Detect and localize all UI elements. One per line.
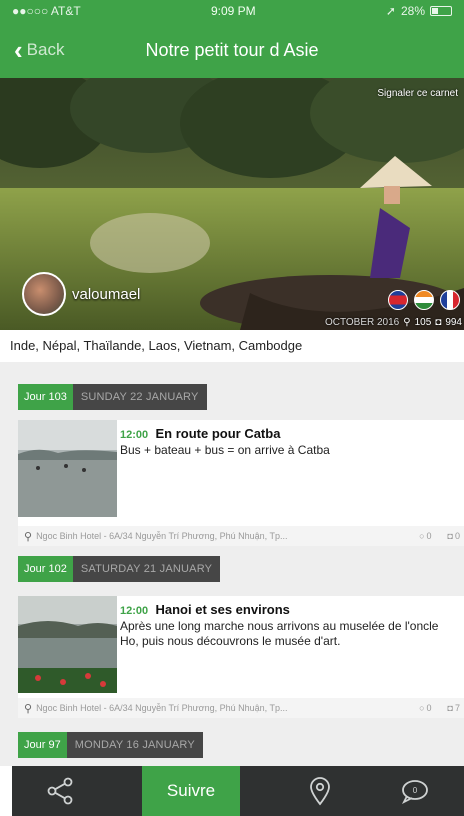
- follow-button[interactable]: Suivre: [142, 766, 240, 816]
- author-name[interactable]: valoumael: [72, 286, 140, 303]
- svg-text:0: 0: [413, 786, 418, 795]
- map-pin-icon: [310, 777, 330, 806]
- location-arrow-icon: ➚: [385, 4, 396, 18]
- author[interactable]: valoumael: [22, 272, 140, 316]
- day-number: Jour 102: [18, 556, 73, 582]
- cover-photo: Signaler ce carnet valoumael OCTOBER 201…: [0, 78, 464, 330]
- camera-icon: ◘: [447, 531, 453, 541]
- header: ●●○○○ AT&T 9:09 PM ➚ 28% ‹ Back Notre pe…: [0, 0, 464, 78]
- carrier-label: ●●○○○ AT&T: [12, 4, 81, 18]
- country-flags: [388, 290, 460, 310]
- photo-count-value: 7: [454, 703, 460, 713]
- comment-count[interactable]: ○ 0: [419, 703, 431, 713]
- journal-entry[interactable]: 12:00 Hanoi et ses environs Après une lo…: [18, 596, 464, 718]
- entry-time: 12:00: [120, 429, 149, 441]
- comments-button[interactable]: 0: [400, 766, 430, 816]
- entry-thumbnail[interactable]: [18, 596, 117, 693]
- map-pin-icon: ⚲: [403, 317, 411, 328]
- entry-time: 12:00: [120, 605, 149, 617]
- photo-count-value: 0: [454, 531, 460, 541]
- entry-location: Ngoc Binh Hotel - 6A/34 Nguyễn Trí Phươn…: [36, 703, 288, 713]
- entry-body: 12:00 Hanoi et ses environs Après une lo…: [120, 602, 460, 649]
- battery-percent: 28%: [400, 4, 425, 18]
- battery-icon: [430, 6, 452, 16]
- battery-indicator: ➚ 28%: [386, 4, 452, 18]
- cambodia-flag-icon: [388, 290, 408, 310]
- journal-feed[interactable]: Jour 103 SUNDAY 22 JANUARY 12:00 En rout…: [0, 362, 464, 766]
- day-header[interactable]: Jour 97 MONDAY 16 JANUARY: [18, 732, 203, 758]
- comment-icon: ○: [419, 531, 425, 541]
- entry-thumbnail[interactable]: [18, 420, 117, 517]
- status-bar: ●●○○○ AT&T 9:09 PM ➚ 28%: [0, 0, 464, 22]
- back-button[interactable]: ‹ Back: [0, 37, 64, 63]
- day-header[interactable]: Jour 103 SUNDAY 22 JANUARY: [18, 384, 207, 410]
- back-label: Back: [26, 40, 65, 59]
- status-time: 9:09 PM: [210, 4, 256, 18]
- bottom-toolbar: Suivre 0: [12, 766, 464, 816]
- location-pin-icon: ⚲: [24, 702, 33, 715]
- entry-footer: ⚲ Ngoc Binh Hotel - 6A/34 Nguyễn Trí Phư…: [18, 698, 464, 718]
- day-date: MONDAY 16 JANUARY: [66, 732, 203, 758]
- comment-icon: 0: [401, 780, 428, 804]
- entry-photo: [18, 420, 117, 517]
- page-title: Notre petit tour d Asie: [145, 39, 319, 60]
- day-date: SATURDAY 21 JANUARY: [72, 556, 221, 582]
- nav-bar: ‹ Back Notre petit tour d Asie: [0, 22, 464, 78]
- comment-count[interactable]: ○ 0: [419, 531, 431, 541]
- entry-body: 12:00 En route pour Catba Bus + bateau +…: [120, 426, 460, 458]
- france-flag-icon: [440, 290, 460, 310]
- map-button[interactable]: [308, 766, 332, 816]
- camera-icon: ◘: [447, 703, 453, 713]
- entry-footer: ⚲ Ngoc Binh Hotel - 6A/34 Nguyễn Trí Phư…: [18, 526, 464, 546]
- photos-count: 994: [445, 317, 462, 328]
- avatar[interactable]: [22, 272, 66, 316]
- places-count: 105: [414, 317, 432, 328]
- trip-date: OCTOBER 2016: [324, 317, 400, 328]
- entry-location: Ngoc Binh Hotel - 6A/34 Nguyễn Trí Phươn…: [36, 531, 288, 541]
- battery-level: [432, 8, 438, 14]
- photo-count[interactable]: ◘ 0: [448, 531, 460, 541]
- comment-count-value: 0: [426, 531, 432, 541]
- entry-photo: [18, 596, 117, 693]
- photo-count[interactable]: ◘ 7: [448, 703, 460, 713]
- comment-count-value: 0: [426, 703, 432, 713]
- trip-stats: OCTOBER 2016 ⚲ 105 ◘ 994: [325, 317, 462, 328]
- countries-list: Inde, Népal, Thaïlande, Laos, Vietnam, C…: [0, 330, 464, 362]
- day-date: SUNDAY 22 JANUARY: [72, 384, 207, 410]
- location-pin-icon: ⚲: [24, 530, 33, 543]
- comment-icon: ○: [419, 703, 425, 713]
- entry-text: Après une long marche nous arrivons au m…: [120, 619, 439, 648]
- india-flag-icon: [414, 290, 434, 310]
- share-icon: [47, 777, 73, 805]
- report-link[interactable]: Signaler ce carnet: [377, 88, 458, 99]
- share-button[interactable]: [46, 766, 74, 816]
- day-number: Jour 103: [18, 384, 73, 410]
- chevron-left-icon: ‹: [14, 35, 23, 65]
- entry-text: Bus + bateau + bus = on arrive à Catba: [120, 443, 330, 457]
- day-header[interactable]: Jour 102 SATURDAY 21 JANUARY: [18, 556, 221, 582]
- entry-title[interactable]: En route pour Catba: [155, 426, 280, 441]
- day-number: Jour 97: [18, 732, 67, 758]
- entry-title[interactable]: Hanoi et ses environs: [155, 602, 289, 617]
- journal-entry[interactable]: 12:00 En route pour Catba Bus + bateau +…: [18, 420, 464, 546]
- camera-icon: ◘: [435, 317, 442, 328]
